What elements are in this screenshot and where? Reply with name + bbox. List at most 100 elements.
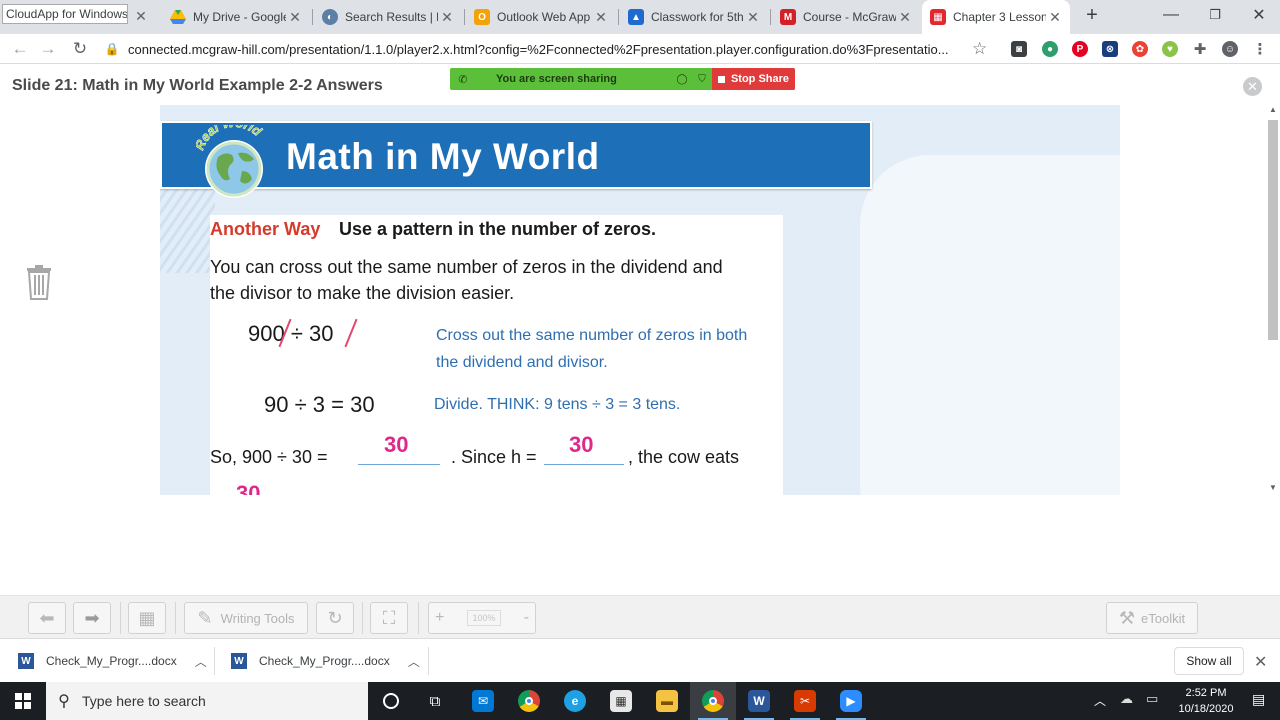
scrollbar-thumb[interactable] [1268, 120, 1278, 340]
zoom-out-icon[interactable]: - [524, 609, 529, 627]
taskbar-clock[interactable]: 2:52 PM 10/18/2020 [1168, 685, 1244, 717]
more-menu-icon[interactable]: ⋮ [1252, 41, 1268, 58]
close-tab-icon[interactable]: ✕ [438, 9, 456, 26]
writing-tools-button[interactable]: ✎ Writing Tools [184, 602, 308, 634]
close-tab-icon[interactable]: ✕ [132, 8, 150, 25]
trash-icon[interactable] [26, 264, 52, 300]
profile-avatar-icon[interactable]: ☺ [1222, 41, 1238, 57]
tools-icon: ⚒ [1118, 607, 1136, 628]
answer-blank [544, 464, 624, 465]
browser-tab-strip: CloudApp for Windows ✕ My Drive - Google… [0, 0, 1280, 34]
tab-outlook[interactable]: O Outlook Web App ✕ [466, 0, 616, 34]
taskbar-chrome-active[interactable] [690, 682, 736, 720]
close-window-button[interactable]: ✕ [1236, 0, 1280, 30]
zoom-in-icon[interactable]: + [435, 609, 444, 627]
show-all-button[interactable]: Show all [1174, 647, 1244, 675]
address-bar[interactable]: 🔒 connected.mcgraw-hill.com/presentation… [102, 35, 1002, 63]
chevron-up-icon[interactable]: ︿ [1094, 692, 1106, 709]
pinterest-icon[interactable]: P [1072, 41, 1088, 57]
chevron-up-icon[interactable]: ︿ [408, 653, 420, 670]
taskbar-mail[interactable]: ✉ [460, 682, 506, 720]
taskbar-search-box[interactable]: ⚲ Type here to search [46, 682, 368, 720]
browser-toolbar: ← → ↻ 🔒 connected.mcgraw-hill.com/presen… [0, 34, 1280, 64]
taskbar-file-explorer[interactable]: ▬ [644, 682, 690, 720]
word-icon: W [748, 690, 770, 712]
scroll-up-arrow-icon[interactable]: ▲ [1266, 105, 1280, 114]
conclusion-text-2: . Since h = [451, 447, 537, 467]
close-tab-icon[interactable]: ✕ [896, 9, 914, 26]
colorful-extension-icon[interactable]: ✿ [1132, 41, 1148, 57]
refresh-button[interactable]: ↻ [316, 602, 354, 634]
next-slide-button[interactable]: ➡ [73, 602, 111, 634]
etoolkit-label: eToolkit [1141, 610, 1186, 626]
slide-title: Slide 21: Math in My World Example 2-2 A… [12, 77, 383, 94]
another-way-label: Another Way [210, 219, 321, 239]
restore-button[interactable]: ❐ [1192, 0, 1238, 30]
fullscreen-button[interactable]: ⛶ [370, 602, 408, 634]
page-scrollbar[interactable]: ▲ ▼ [1266, 105, 1280, 495]
blue-extension-icon[interactable]: ⊗ [1102, 41, 1118, 57]
tab-classwork[interactable]: ▲ Classwork for 5th Grade ✕ [620, 0, 768, 34]
extensions-puzzle-icon[interactable]: ✚ [1192, 41, 1208, 58]
bookmark-star-icon[interactable]: ☆ [972, 39, 987, 59]
green-extension-icon[interactable]: ● [1042, 41, 1058, 57]
stop-share-button[interactable]: Stop Share [712, 68, 795, 90]
pause-icon[interactable]: ◯ [672, 74, 692, 85]
tab-google-drive[interactable]: My Drive - Google Drive ✕ [162, 0, 310, 34]
previous-slide-button[interactable]: ⬅ [28, 602, 66, 634]
close-slide-icon[interactable]: ✕ [1243, 77, 1262, 96]
close-downloads-icon[interactable]: ✕ [1254, 652, 1267, 672]
task-view-button[interactable]: ⧉ [412, 682, 458, 720]
close-tab-icon[interactable]: ✕ [1046, 9, 1064, 26]
notification-icon[interactable]: ▤ [1252, 691, 1265, 708]
shield-icon[interactable]: ⛉ [692, 74, 712, 85]
close-tab-icon[interactable]: ✕ [744, 9, 762, 26]
taskbar-edge[interactable]: e [552, 682, 598, 720]
screen-capture-extension-icon[interactable]: ◙ [1011, 41, 1027, 57]
tab-chapter-3-lesson[interactable]: ▦ Chapter 3 Lesson 2 ✕ [922, 0, 1070, 34]
reload-icon[interactable]: ↻ [68, 37, 92, 61]
heart-extension-icon[interactable]: ♥ [1162, 41, 1178, 57]
network-icon[interactable]: ▭ [1146, 691, 1158, 707]
back-arrow-icon[interactable]: ← [8, 37, 32, 61]
taskbar-snipping-tool[interactable]: ✂ [782, 682, 828, 720]
another-way-heading: Use a pattern in the number of zeros. [339, 219, 657, 239]
taskbar-chrome[interactable] [506, 682, 552, 720]
close-tab-icon[interactable]: ✕ [286, 9, 304, 26]
minimize-button[interactable]: — [1148, 0, 1194, 30]
start-button[interactable] [0, 682, 46, 720]
etoolkit-button[interactable]: ⚒ eToolkit [1106, 602, 1198, 634]
close-tab-icon[interactable]: ✕ [592, 9, 610, 26]
tab-title: Search Results | Discovery [345, 10, 438, 24]
forward-arrow-icon[interactable]: → [36, 37, 60, 61]
cortana-circle-icon [383, 693, 399, 709]
grid-icon: ▦ [138, 607, 156, 628]
body-text-line-2: the divisor to make the division easier. [210, 283, 515, 303]
url-text[interactable]: connected.mcgraw-hill.com/presentation/1… [122, 42, 952, 57]
mcgraw-hill-red-icon: ▦ [930, 9, 946, 25]
tab-cloudapp[interactable]: CloudApp for Windows ✕ [0, 0, 160, 34]
cloud-icon[interactable]: ☁ [1120, 691, 1133, 707]
search-icon: ⚲ [58, 693, 70, 710]
slide-canvas: Math in My World Real World Another Way … [160, 105, 1120, 495]
screen-sharing-text: You are screen sharing [496, 73, 617, 85]
word-doc-icon: W [18, 653, 34, 669]
right-arrow-icon: ➡ [84, 607, 100, 628]
scissors-icon: ✂ [794, 690, 816, 712]
download-item[interactable]: W Check_My_Progr....docx ︿ [18, 639, 207, 683]
download-item[interactable]: W Check_My_Progr....docx ︿ [231, 639, 420, 683]
slide-grid-button[interactable]: ▦ [128, 602, 166, 634]
tab-mcgraw-course[interactable]: M Course - McGraw-Hill ✕ [772, 0, 920, 34]
download-filename: Check_My_Progr....docx [259, 654, 390, 668]
tab-title: Outlook Web App [497, 10, 591, 24]
scroll-down-arrow-icon[interactable]: ▼ [1266, 483, 1280, 492]
taskbar-zoom[interactable]: ▶ [828, 682, 874, 720]
download-filename: Check_My_Progr....docx [46, 654, 177, 668]
lock-icon: 🔒 [104, 42, 120, 56]
chevron-up-icon[interactable]: ︿ [195, 653, 207, 670]
new-tab-button[interactable]: + [1082, 4, 1102, 28]
cortana-button[interactable] [368, 682, 414, 720]
taskbar-word[interactable]: W [736, 682, 782, 720]
tab-search-results[interactable]: ◐ Search Results | Discovery ✕ [314, 0, 462, 34]
taskbar-store[interactable]: ▦ [598, 682, 644, 720]
